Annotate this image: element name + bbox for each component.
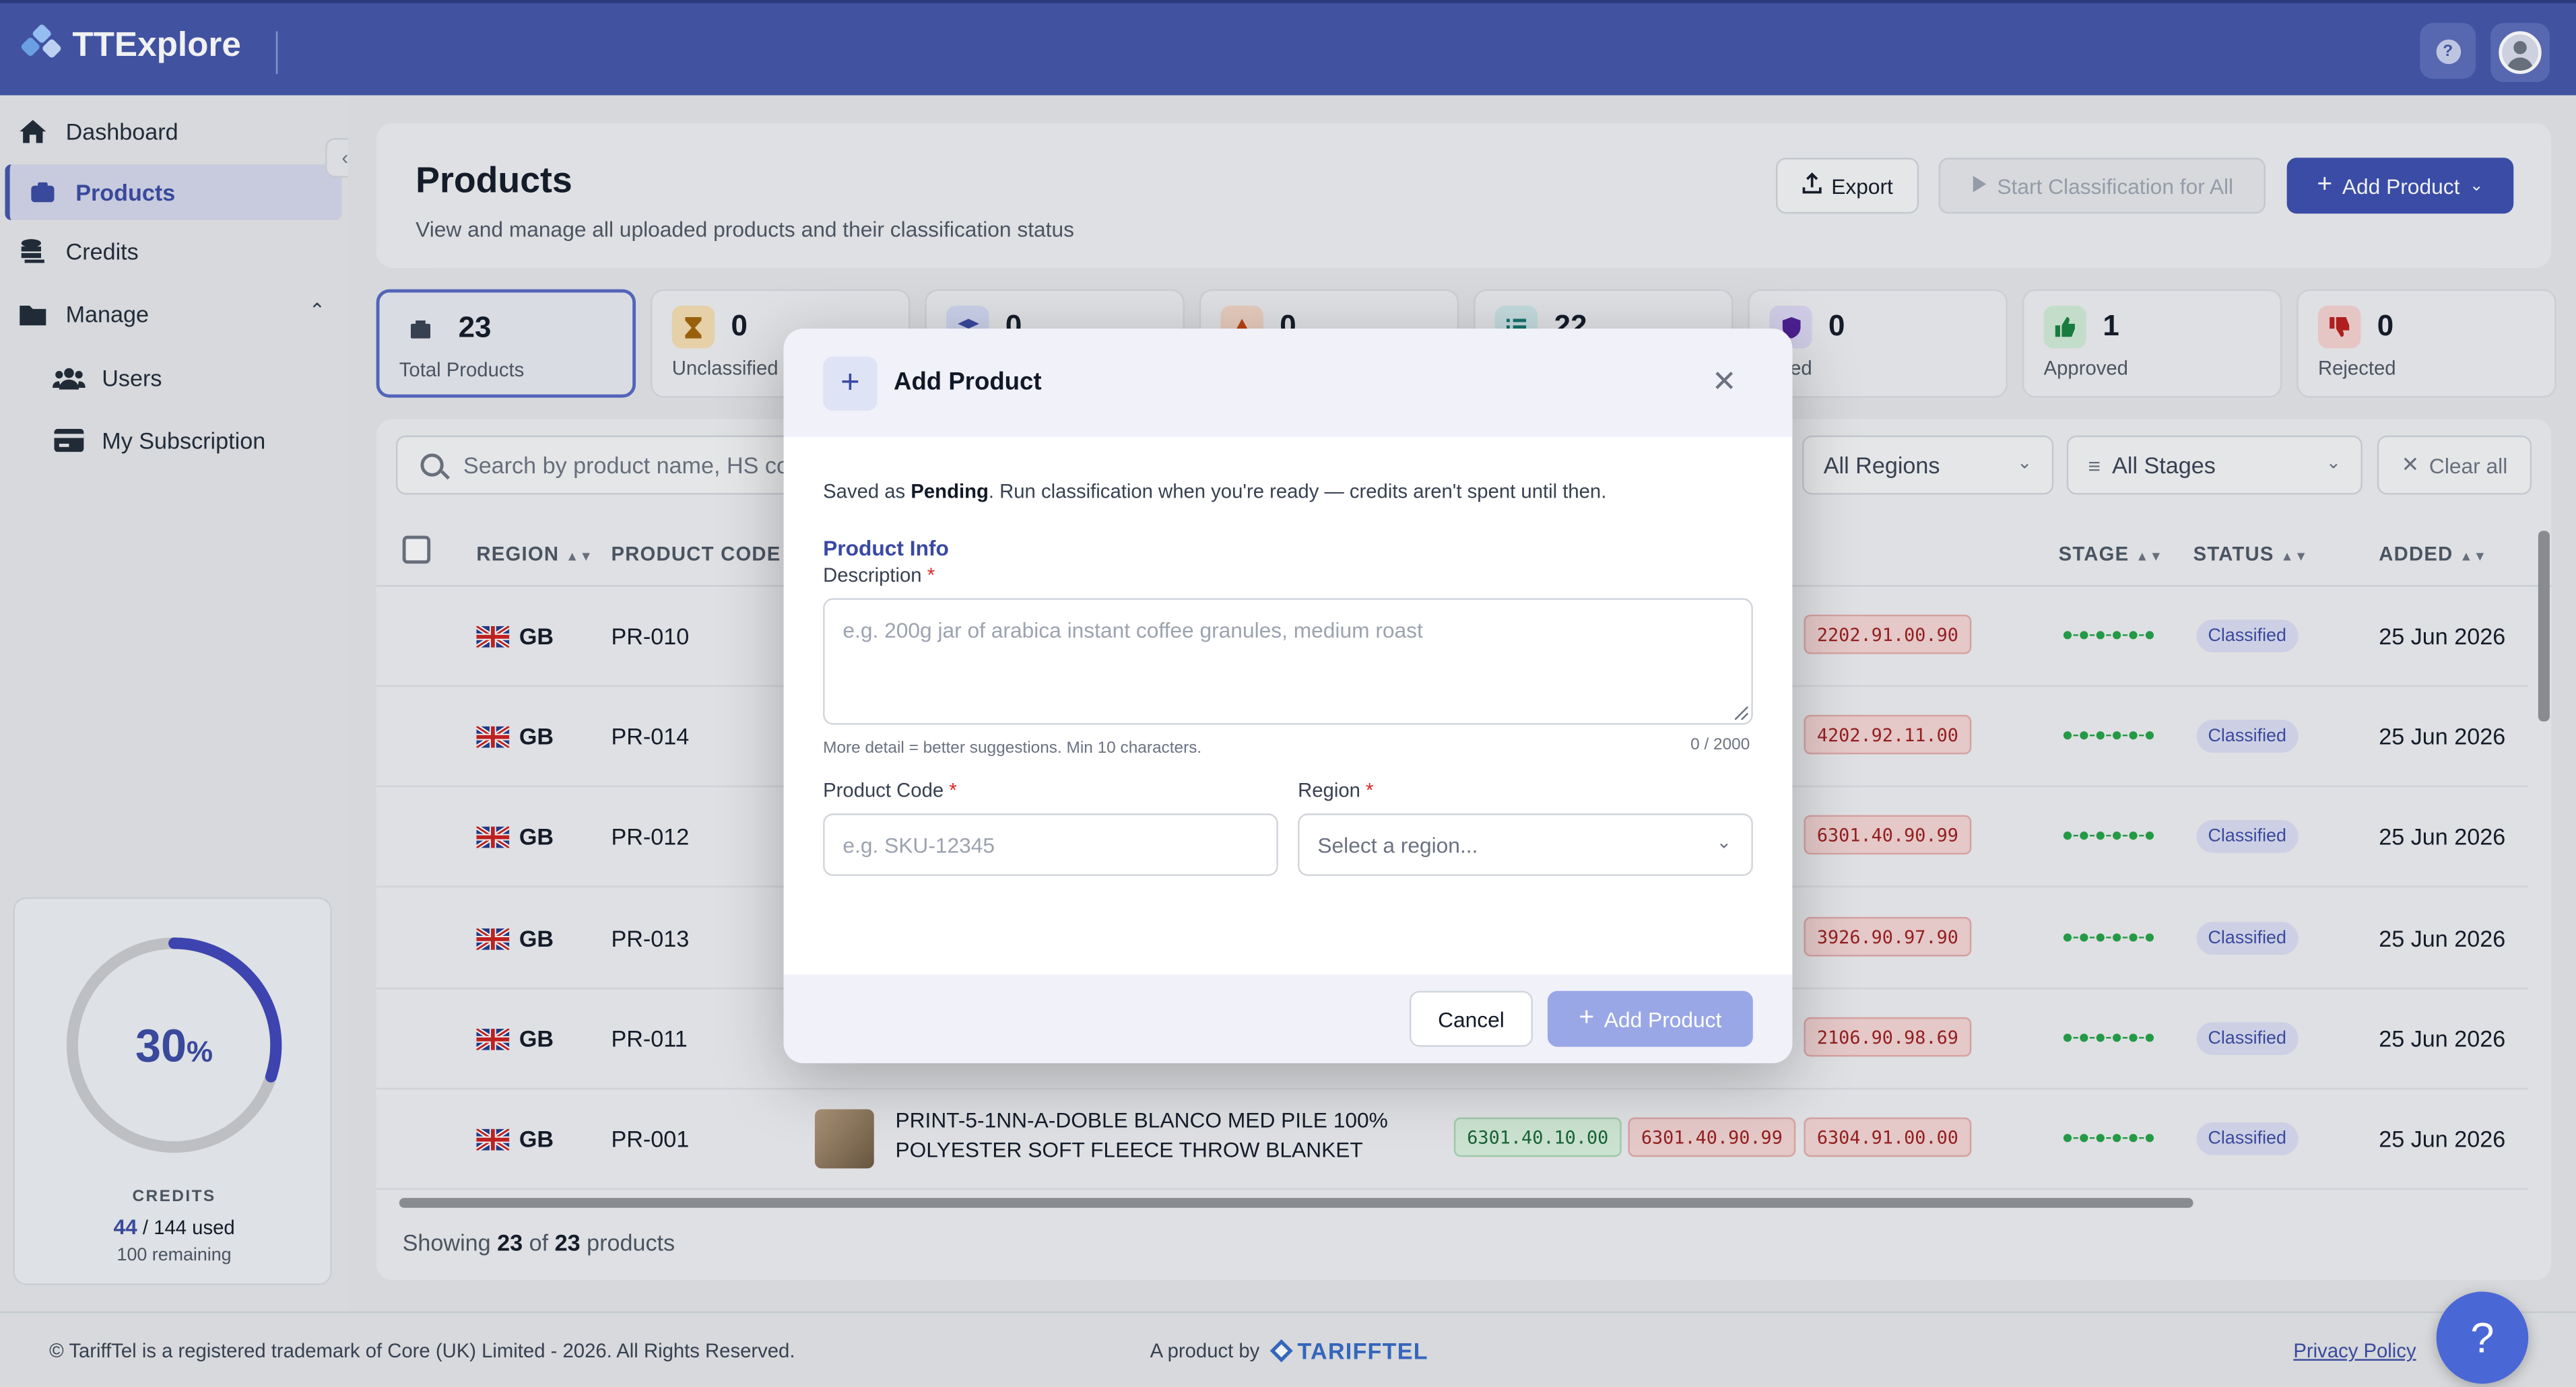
required-mark: * [1366, 778, 1374, 803]
description-placeholder: e.g. 200g jar of arabica instant coffee … [843, 617, 1423, 643]
resize-handle-icon[interactable] [1735, 706, 1748, 720]
description-label: Description * [823, 564, 935, 586]
region-label: Region * [1298, 779, 1373, 802]
section-title: Product Info [823, 535, 949, 561]
modal-header: + Add Product ✕ [783, 329, 1793, 438]
help-chat-button[interactable]: ? [2436, 1291, 2529, 1384]
chevron-down-icon: ⌄ [1716, 833, 1732, 853]
modal-title: Add Product [894, 368, 1042, 397]
submit-label: Add Product [1604, 1006, 1722, 1031]
app-root: TTExplore ? Dashboard Products Credits M… [0, 0, 2576, 1387]
modal-note: Saved as Pending. Run classification whe… [823, 480, 1606, 503]
product-code-field[interactable]: e.g. SKU-12345 [823, 813, 1278, 876]
required-mark: * [927, 564, 935, 587]
description-counter: 0 / 2000 [1690, 736, 1750, 755]
modal-footer: Cancel + Add Product [783, 974, 1793, 1064]
required-mark: * [949, 778, 957, 803]
plus-icon: + [1579, 1004, 1595, 1032]
product-code-label: Product Code * [823, 779, 957, 802]
note-prefix: Saved as [823, 479, 906, 503]
region-placeholder: Select a region... [1317, 832, 1478, 857]
product-code-label-text: Product Code [823, 778, 944, 803]
plus-icon: + [823, 356, 878, 411]
description-field[interactable]: e.g. 200g jar of arabica instant coffee … [823, 598, 1753, 725]
add-product-modal: + Add Product ✕ Saved as Pending. Run cl… [783, 329, 1793, 1064]
product-code-placeholder: e.g. SKU-12345 [843, 832, 995, 857]
region-label-text: Region [1298, 778, 1360, 803]
note-status: Pending [911, 479, 989, 503]
note-suffix: . Run classification when you're ready —… [988, 479, 1607, 503]
description-label-text: Description [823, 564, 922, 587]
cancel-button[interactable]: Cancel [1410, 990, 1533, 1047]
close-icon[interactable]: ✕ [1712, 365, 1737, 399]
region-select[interactable]: Select a region... ⌄ [1298, 813, 1753, 876]
description-hint: More detail = better suggestions. Min 10… [823, 739, 1202, 758]
submit-add-product-button[interactable]: + Add Product [1547, 990, 1753, 1047]
